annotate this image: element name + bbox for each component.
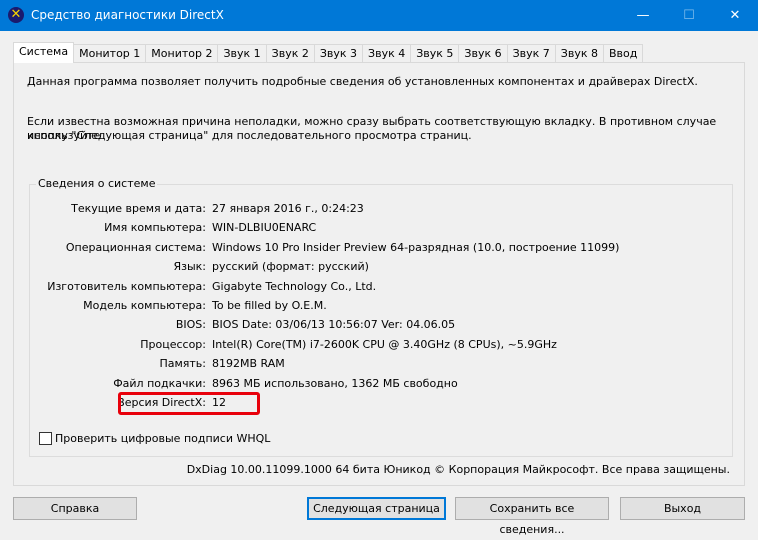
info-row: Операционная система: Windows 10 Pro Insi… [30, 241, 720, 257]
info-row: Имя компьютера: WIN-DLBIU0ENARC [30, 221, 720, 237]
info-label: Операционная система: [65, 240, 206, 254]
whql-checkbox[interactable] [39, 432, 52, 445]
footer-copyright: DxDiag 10.00.11099.1000 64 бита Юникод ©… [186, 463, 730, 476]
info-value: Intel(R) Core(TM) i7-2600K CPU @ 3.40GHz… [212, 337, 557, 351]
minimize-button[interactable]: — [620, 0, 666, 31]
info-value: BIOS Date: 03/06/13 10:56:07 Ver: 04.06.… [212, 318, 456, 332]
info-value: To be filled by O.E.M. [212, 299, 327, 312]
info-row: Память: 8192MB RAM [30, 357, 720, 373]
title-bar[interactable]: ✕ Средство диагностики DirectX — ☐ ✕ [0, 0, 758, 31]
directx-x-icon: ✕ [8, 7, 24, 23]
group-title: Сведения о системе [36, 177, 158, 190]
window-title: Средство диагностики DirectX [31, 8, 224, 22]
help-button[interactable]: Справка [13, 497, 137, 520]
info-label: Язык: [173, 260, 206, 274]
tab-sound-3[interactable]: Звук 3 [313, 44, 364, 63]
system-tab-panel: Данная программа позволяет получить подр… [13, 62, 745, 486]
info-value: Windows 10 Pro Insider Preview 64-разряд… [212, 240, 620, 254]
tab-sound-8[interactable]: Звук 8 [554, 44, 604, 63]
system-info-group: Сведения о системе Текущие время и дата:… [29, 177, 733, 457]
info-label: Память: [159, 357, 206, 371]
info-label: Имя компьютера: [104, 221, 206, 235]
next-page-button[interactable]: Следующая страница [307, 497, 446, 520]
info-label: Модель компьютера: [83, 299, 206, 312]
info-row: Файл подкачки: 8963 МБ использовано, 1362… [30, 377, 720, 393]
tab-sound-2[interactable]: Звук 2 [265, 44, 315, 63]
info-row: Язык: русский (формат: русский) [30, 260, 720, 276]
tab-sound-5[interactable]: Звук 5 [410, 44, 460, 63]
tab-sound-1[interactable]: Звук 1 [217, 44, 267, 63]
info-value: 27 января 2016 г., 0:24:23 [212, 202, 364, 215]
info-label: Файл подкачки: [113, 376, 206, 390]
info-row: Изготовитель компьютера: Gigabyte Technol… [30, 280, 720, 296]
tab-monitor-1[interactable]: Монитор 1 [73, 44, 147, 63]
info-label: Изготовитель компьютера: [47, 279, 206, 293]
tab-monitor-2[interactable]: Монитор 2 [145, 44, 219, 63]
info-value: Gigabyte Technology Co., Ltd. [212, 279, 377, 293]
info-label: BIOS: [175, 318, 206, 332]
intro-text: Данная программа позволяет получить подр… [27, 75, 698, 88]
maximize-button[interactable]: ☐ [666, 0, 712, 31]
info-row: Текущие время и дата: 27 января 2016 г., … [30, 202, 720, 218]
info-row: Процессор: Intel(R) Core(TM) i7-2600K CPU… [30, 338, 720, 354]
info-row: BIOS: BIOS Date: 03/06/13 10:56:07 Ver: 0… [30, 318, 720, 334]
info-label: Процессор: [140, 337, 206, 351]
close-button[interactable]: ✕ [712, 0, 758, 31]
exit-button[interactable]: Выход [620, 497, 745, 520]
tab-system[interactable]: Система [13, 42, 75, 63]
directx-version-highlight [118, 392, 260, 415]
tab-sound-6[interactable]: Звук 6 [458, 44, 508, 63]
info-value: русский (формат: русский) [212, 260, 369, 274]
tab-sound-4[interactable]: Звук 4 [362, 44, 412, 63]
save-all-info-button[interactable]: Сохранить все сведения... [455, 497, 609, 536]
whql-checkbox-label[interactable]: Проверить цифровые подписи WHQL [55, 432, 270, 445]
hint-text-line-2: кнопку "Следующая страница" для последов… [27, 129, 472, 142]
info-value: WIN-DLBIU0ENARC [212, 221, 317, 235]
info-value: 8192MB RAM [212, 357, 285, 371]
tab-bar: Система Монитор 1 Монитор 2 Звук 1 Звук … [13, 42, 644, 63]
info-label: Текущие время и дата: [71, 202, 206, 215]
info-row: Модель компьютера: To be filled by O.E.M. [30, 299, 720, 315]
info-value: 8963 МБ использовано, 1362 МБ свободно [212, 376, 458, 390]
tab-input[interactable]: Ввод [602, 44, 644, 63]
tab-sound-7[interactable]: Звук 7 [506, 44, 556, 63]
